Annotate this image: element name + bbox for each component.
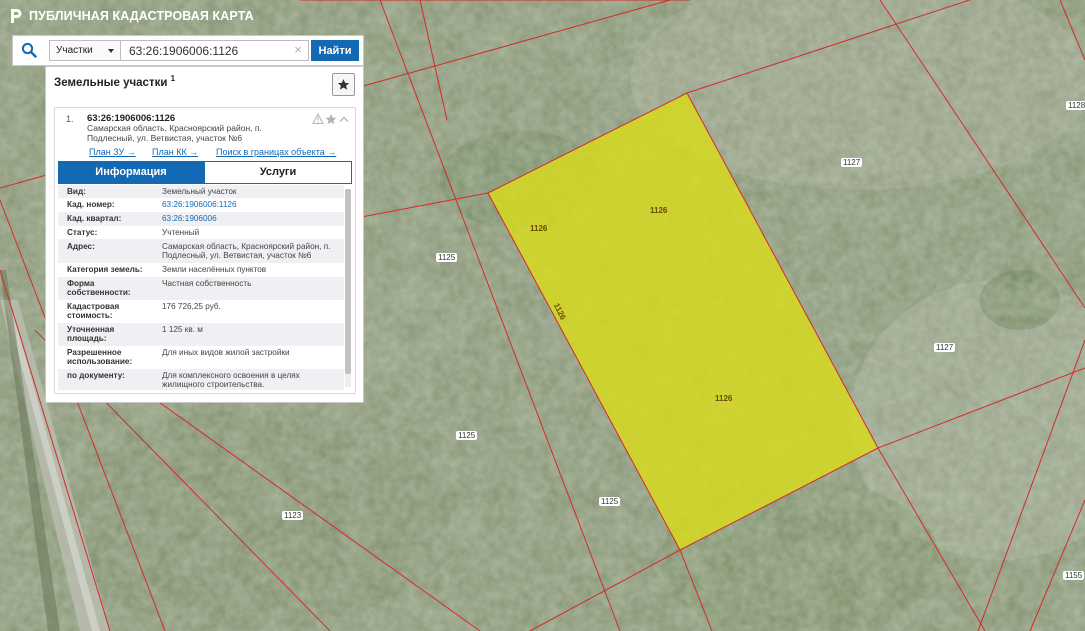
favorites-button[interactable]: [332, 73, 355, 96]
parcel-label: 1155: [1063, 571, 1085, 580]
info-row: Статус: Учтенный: [58, 226, 344, 239]
info-value: Частная собственность: [162, 279, 252, 288]
rosreestr-logo-icon: [11, 9, 22, 23]
results-title-text: Земельные участки: [54, 76, 168, 89]
info-scrollbar-thumb[interactable]: [345, 189, 351, 374]
search-input[interactable]: [121, 40, 309, 61]
app-title: ПУБЛИЧНАЯ КАДАСТРОВАЯ КАРТА: [29, 9, 254, 23]
star-outline-icon: [325, 114, 337, 125]
info-row: Разрешенное использование: Для иных видо…: [58, 346, 344, 369]
info-tabs: Информация Услуги: [58, 161, 352, 184]
clear-search-icon[interactable]: ×: [291, 41, 305, 59]
parcel-label: 1125: [456, 431, 478, 440]
info-key: Категория земель:: [67, 265, 143, 274]
tab-information[interactable]: Информация: [58, 161, 204, 184]
info-key: Уточненная площадь:: [67, 325, 115, 343]
info-value-link[interactable]: 63:26:1906006:1126: [162, 200, 342, 209]
info-value: Самарская область, Красноярский район, п…: [162, 242, 331, 260]
search-bar: Участки × Найти: [12, 35, 364, 66]
info-row: Категория земель: Земли населённых пункт…: [58, 263, 344, 277]
info-value: 176 726,25 руб.: [162, 302, 221, 311]
result-address: Самарская область, Красноярский район, п…: [87, 123, 262, 143]
chevron-up-icon: [339, 116, 349, 122]
info-value: Учтенный: [162, 228, 200, 237]
parcel-label: 1127: [934, 343, 956, 352]
info-row: Кад. квартал: 63:26:1906006: [58, 212, 344, 226]
parcel-label: 1128: [1066, 101, 1085, 110]
search-icon[interactable]: [21, 42, 37, 58]
info-key: Адрес:: [67, 242, 95, 251]
chevron-down-icon: [108, 49, 114, 53]
info-row: Уточненная площадь: 1 125 кв. м: [58, 323, 344, 346]
results-count: 1: [170, 74, 176, 83]
info-key: Форма собственности:: [67, 279, 131, 297]
info-value: Для иных видов жилой застройки: [162, 348, 290, 357]
search-type-label: Участки: [56, 45, 93, 56]
info-key: Кад. номер:: [67, 200, 115, 209]
info-value: Для комплексного освоения в целях жилищн…: [162, 371, 300, 389]
result-number: 1.: [66, 114, 74, 124]
info-row: Форма собственности: Частная собственнос…: [58, 277, 344, 300]
result-card: 1. 63:26:1906006:1126 Самарская область,…: [54, 107, 356, 394]
info-value-link[interactable]: 63:26:1906006: [162, 214, 342, 223]
info-row: Кадастровая стоимость: 176 726,25 руб.: [58, 300, 344, 323]
info-row: Вид: Земельный участок: [58, 185, 344, 198]
info-key: Разрешенное использование:: [67, 348, 133, 366]
results-panel: Земельные участки 1 1. 63:26:1906006:112…: [45, 66, 364, 403]
star-icon: [337, 79, 350, 90]
info-value: Земли населённых пунктов: [162, 265, 267, 274]
info-row: Кад. номер: 63:26:1906006:1126: [58, 198, 344, 212]
info-key: Кадастровая стоимость:: [67, 302, 120, 320]
info-key: по документу:: [67, 371, 125, 380]
parcel-label: 1126: [530, 224, 548, 233]
app-header: ПУБЛИЧНАЯ КАДАСТРОВАЯ КАРТА: [9, 7, 254, 25]
card-actions: [312, 113, 349, 125]
info-key: Вид:: [67, 187, 86, 196]
parcel-label: 1125: [436, 253, 458, 262]
info-row: Адрес: Самарская область, Красноярский р…: [58, 239, 344, 263]
plan-zu-link[interactable]: План ЗУ →: [89, 147, 136, 157]
search-type-select[interactable]: Участки: [49, 40, 121, 61]
tab-services[interactable]: Услуги: [204, 161, 352, 184]
results-title: Земельные участки 1: [54, 74, 175, 89]
info-row: по документу: Для комплексного освоения …: [58, 369, 344, 390]
parcel-label: 1125: [599, 497, 621, 506]
warning-icon: [312, 113, 324, 125]
info-key: Статус:: [67, 228, 98, 237]
info-value: 1 125 кв. м: [162, 325, 203, 334]
plan-kk-link[interactable]: План КК →: [152, 147, 198, 157]
parcel-label: 1127: [841, 158, 863, 167]
info-value: Земельный участок: [162, 187, 237, 196]
parcel-label: 1126: [650, 206, 668, 215]
info-table: Вид: Земельный участок Кад. номер: 63:26…: [58, 185, 344, 390]
search-in-bounds-link[interactable]: Поиск в границах объекта →: [216, 147, 336, 157]
info-key: Кад. квартал:: [67, 214, 122, 223]
parcel-label: 1123: [282, 511, 304, 520]
search-button[interactable]: Найти: [311, 40, 359, 61]
parcel-label: 1126: [715, 394, 733, 403]
